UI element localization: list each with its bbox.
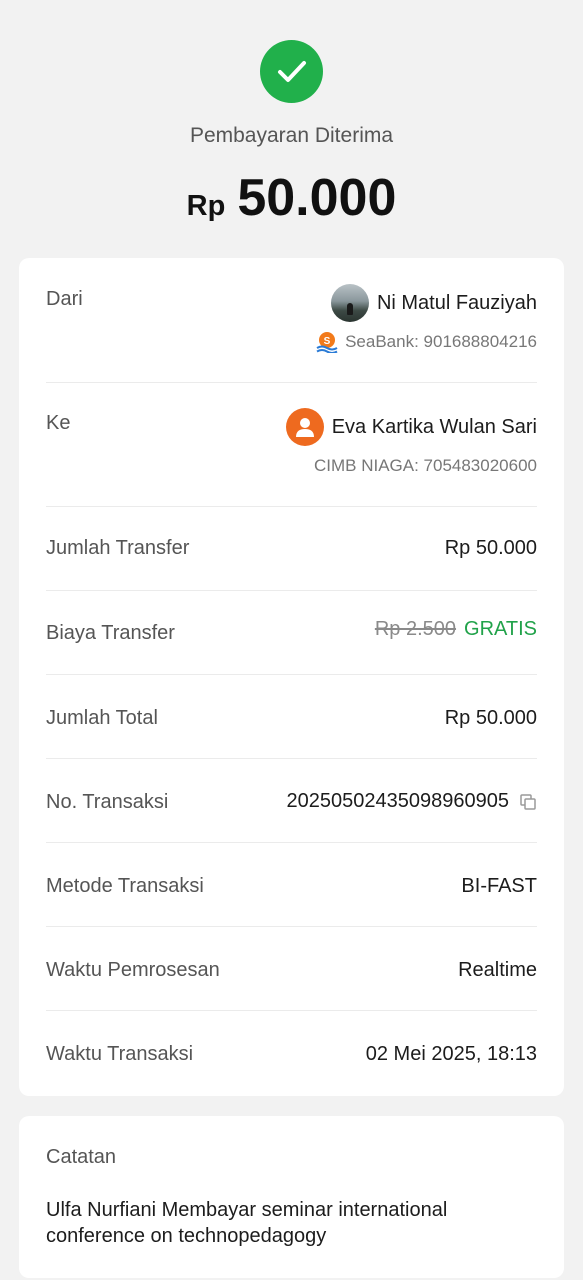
svg-text:S: S	[324, 336, 331, 347]
transfer-fee-label: Biaya Transfer	[46, 622, 175, 644]
recipient-info: Eva Kartika Wulan Sari	[285, 408, 537, 446]
transfer-fee-row: Biaya Transfer Rp 2.500 GRATIS	[46, 590, 537, 674]
processing-time-value: Realtime	[458, 959, 537, 981]
transfer-amount-row: Jumlah Transfer Rp 50.000	[46, 506, 537, 590]
total-amount-label: Jumlah Total	[46, 707, 158, 729]
recipient-name: Eva Kartika Wulan Sari	[331, 415, 537, 438]
transaction-method-value: BI-FAST	[461, 875, 537, 897]
transfer-fee-original: Rp 2.500	[374, 618, 457, 640]
transaction-time-label: Waktu Transaksi	[46, 1043, 194, 1065]
check-circle-icon	[260, 40, 323, 103]
recipient-bank: CIMB NIAGA: 705483020600	[314, 456, 537, 476]
transaction-id-row: No. Transaksi 20250502435098960905	[46, 758, 537, 842]
copy-icon[interactable]	[519, 793, 537, 811]
total-amount-row: Jumlah Total Rp 50.000	[46, 674, 537, 758]
sender-name: Ni Matul Fauziyah	[376, 291, 537, 314]
transfer-fee-value: Rp 2.500 GRATIS	[375, 618, 537, 641]
transaction-id-value: 20250502435098960905	[286, 790, 509, 812]
sender-avatar	[330, 284, 369, 322]
amount-currency: Rp	[186, 190, 226, 222]
transaction-details-card: Dari Ni Matul Fauziyah S SeaBank: 901688…	[19, 258, 564, 1096]
status-title: Pembayaran Diterima	[189, 124, 394, 147]
transaction-method-row: Metode Transaksi BI-FAST	[46, 842, 537, 926]
processing-time-row: Waktu Pemrosesan Realtime	[46, 926, 537, 1010]
recipient-row: Ke Eva Kartika Wulan Sari CIMB NIAGA: 70…	[46, 382, 537, 506]
sender-row: Dari Ni Matul Fauziyah S SeaBank: 901688…	[46, 258, 537, 382]
person-icon	[285, 408, 324, 446]
transaction-id-label: No. Transaksi	[46, 791, 169, 813]
sender-bank-account: SeaBank: 901688804216	[345, 332, 537, 351]
notes-text: Ulfa Nurfiani Membayar seminar internati…	[46, 1199, 448, 1247]
transfer-amount-value: Rp 50.000	[444, 537, 537, 559]
recipient-bank-account: CIMB NIAGA: 705483020600	[313, 456, 537, 475]
seabank-logo-icon: S	[316, 332, 338, 353]
total-amount-value: Rp 50.000	[444, 707, 537, 729]
amount-value: 50.000	[237, 169, 397, 227]
amount-display: Rp 50.000	[0, 168, 583, 228]
sender-info: Ni Matul Fauziyah	[330, 284, 537, 322]
notes-card: Catatan Ulfa Nurfiani Membayar seminar i…	[19, 1116, 564, 1278]
recipient-label: Ke	[46, 412, 71, 434]
transaction-id-value-group: 20250502435098960905	[287, 790, 537, 813]
transaction-time-row: Waktu Transaksi 02 Mei 2025, 18:13	[46, 1010, 537, 1096]
sender-bank: S SeaBank: 901688804216	[316, 331, 537, 353]
transfer-fee-free-badge: GRATIS	[464, 618, 537, 640]
transaction-method-label: Metode Transaksi	[46, 875, 204, 897]
sender-label: Dari	[46, 288, 83, 310]
processing-time-label: Waktu Pemrosesan	[46, 959, 220, 981]
transfer-amount-label: Jumlah Transfer	[46, 537, 190, 559]
notes-label: Catatan	[46, 1146, 117, 1168]
transaction-time-value: 02 Mei 2025, 18:13	[365, 1043, 537, 1065]
